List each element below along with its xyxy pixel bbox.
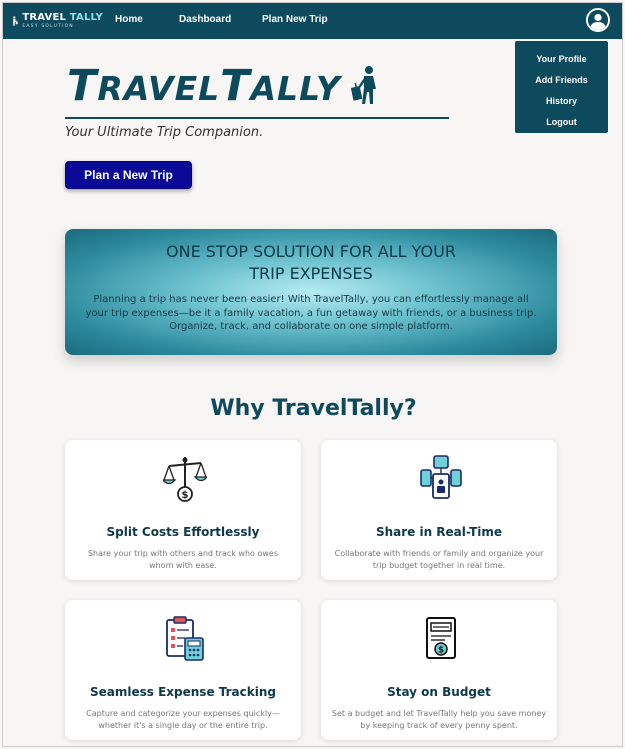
feature-card-stay-on-budget: $ Stay on Budget Set a budget and let Tr…: [321, 600, 557, 740]
logo-title: TRAVEL TALLY: [22, 11, 103, 23]
logo-subtitle: EASY SOLUTION: [22, 23, 74, 29]
logo[interactable]: TRAVEL TALLY EASY SOLUTION: [11, 6, 103, 36]
banner-text: Planning a trip has never been easier! W…: [85, 294, 537, 332]
feature-card-split-costs: $ Split Costs Effortlessly Share your tr…: [65, 440, 301, 580]
promo-banner: ONE STOP SOLUTION FOR ALL YOUR TRIP EXPE…: [65, 229, 557, 355]
clipboard-calculator-icon: [166, 616, 204, 661]
card-title: Seamless Expense Tracking: [90, 685, 276, 699]
card-title: Stay on Budget: [387, 685, 491, 699]
brand-wordmark: TRAVELTALLY: [67, 61, 341, 111]
svg-text:$: $: [438, 646, 444, 656]
app-frame: TRAVEL TALLY EASY SOLUTION Home Dashboar…: [2, 2, 623, 747]
card-title: Split Costs Effortlessly: [106, 525, 260, 539]
feature-card-share-realtime: Share in Real-Time Collaborate with frie…: [321, 440, 557, 580]
user-avatar-button[interactable]: [586, 8, 610, 32]
profile-dropdown-menu: Your Profile Add Friends History Logout: [515, 41, 608, 133]
tagline: Your Ultimate Trip Companion.: [65, 125, 264, 140]
svg-text:$: $: [182, 490, 189, 501]
menu-item-logout[interactable]: Logout: [515, 112, 608, 133]
traveler-logo-icon: [12, 16, 18, 26]
top-navbar: TRAVEL TALLY EASY SOLUTION Home Dashboar…: [3, 3, 622, 39]
nav-home[interactable]: Home: [115, 14, 143, 25]
card-description: Share your trip with others and track wh…: [87, 549, 279, 570]
card-description: Collaborate with friends or family and o…: [334, 549, 544, 570]
shared-devices-icon: [420, 455, 462, 499]
balance-scale-dollar-icon: $: [163, 457, 207, 502]
why-section-title: Why TravelTally?: [210, 396, 417, 421]
brand-underline: [65, 117, 449, 119]
card-description: Capture and categorize your expenses qui…: [86, 709, 280, 730]
user-circle-icon: [588, 10, 608, 30]
card-description: Set a budget and let TravelTally help yo…: [331, 709, 547, 730]
menu-item-history[interactable]: History: [515, 91, 608, 112]
budget-document-icon: $: [426, 617, 456, 659]
feature-card-expense-tracking: Seamless Expense Tracking Capture and ca…: [65, 600, 301, 740]
menu-item-your-profile[interactable]: Your Profile: [515, 49, 608, 70]
traveler-with-suitcase-icon: [351, 66, 376, 104]
menu-item-add-friends[interactable]: Add Friends: [515, 70, 608, 91]
plan-new-trip-button[interactable]: Plan a New Trip: [65, 161, 192, 189]
card-title: Share in Real-Time: [375, 525, 503, 539]
nav-plan-new-trip[interactable]: Plan New Trip: [262, 14, 328, 25]
nav-dashboard[interactable]: Dashboard: [179, 14, 231, 25]
banner-title: ONE STOP SOLUTION FOR ALL YOUR TRIP EXPE…: [166, 242, 456, 283]
